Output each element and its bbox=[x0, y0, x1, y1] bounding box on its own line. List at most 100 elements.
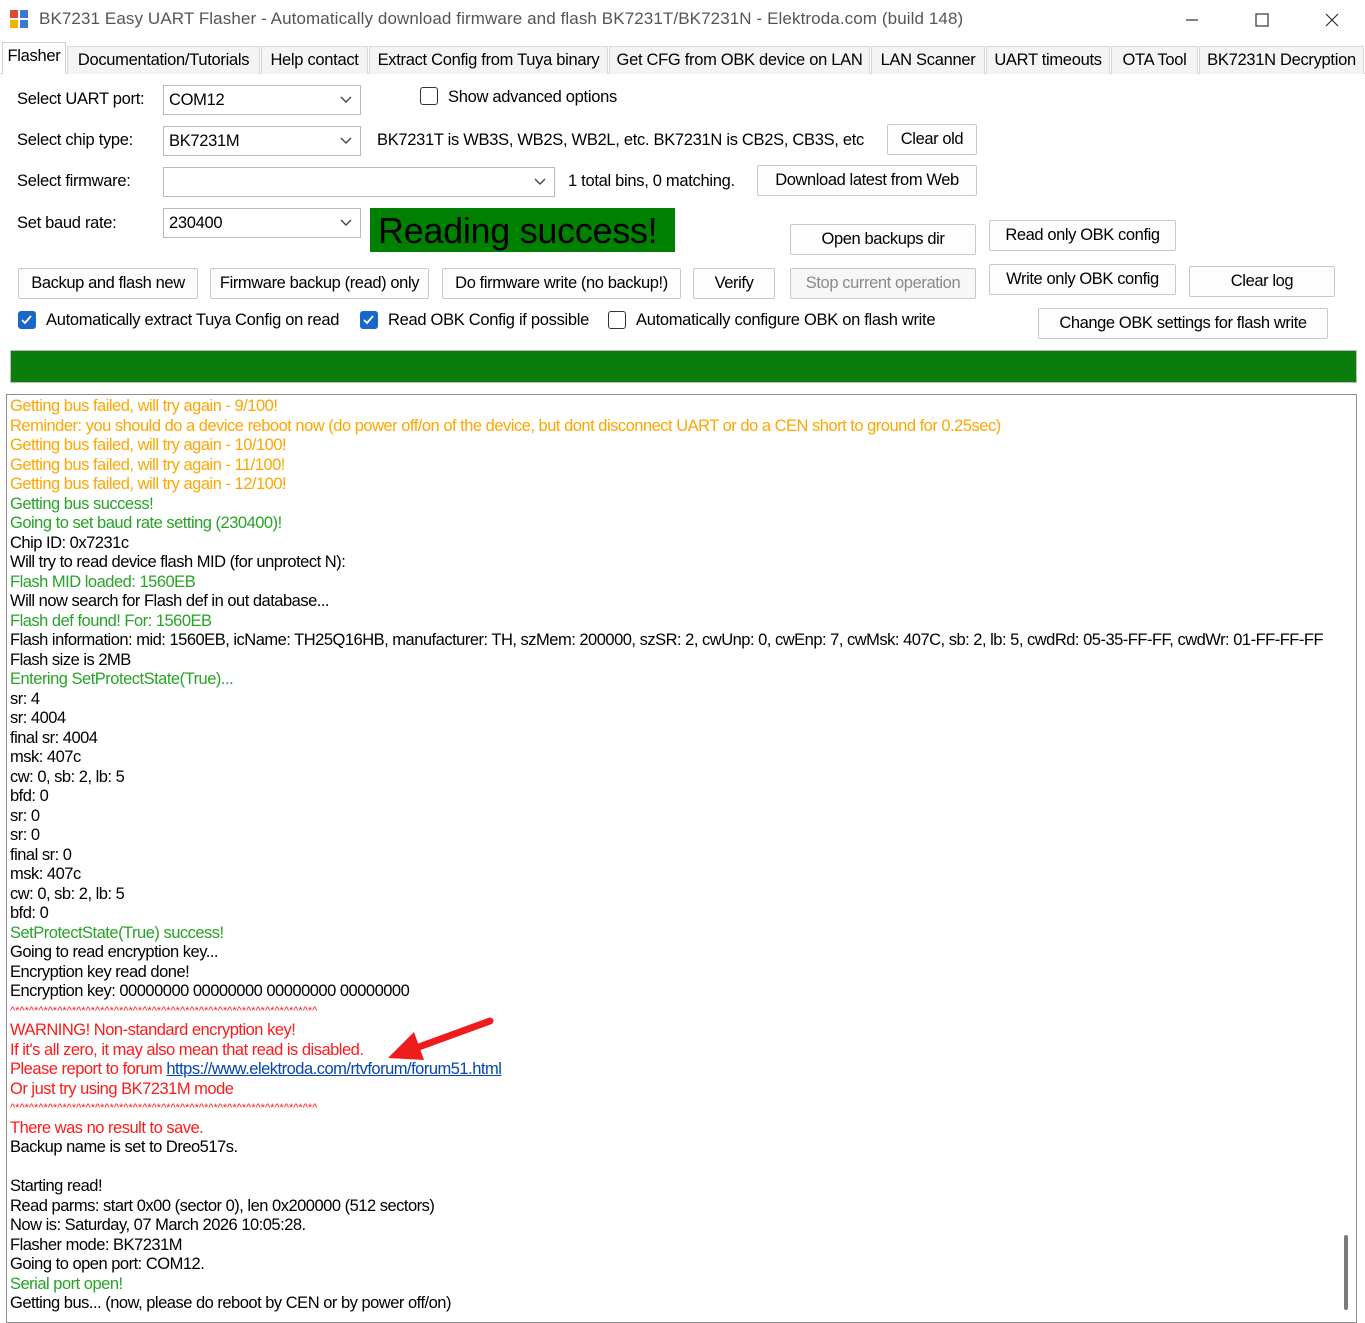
log-line-text: Flash size is 2MB bbox=[10, 650, 131, 669]
log-line-text: Flash information: mid: 1560EB, icName: … bbox=[10, 631, 1324, 649]
log-line: SetProtectState(True) success! bbox=[10, 924, 1330, 944]
status-banner: Reading success! bbox=[370, 208, 675, 252]
log-line: Reminder: you should do a device reboot … bbox=[10, 417, 1330, 437]
download-latest-button[interactable]: Download latest from Web bbox=[757, 165, 977, 196]
progress-bar bbox=[10, 350, 1357, 383]
log-line: cw: 0, sb: 2, lb: 5 bbox=[10, 885, 1330, 905]
auto-extract-label: Automatically extract Tuya Config on rea… bbox=[46, 311, 340, 329]
uart-port-select[interactable]: COM12 bbox=[163, 85, 361, 115]
log-line: Getting bus success! bbox=[10, 495, 1330, 515]
chevron-down-icon bbox=[340, 219, 352, 226]
auto-extract-checkbox[interactable] bbox=[18, 311, 36, 329]
verify-button[interactable]: Verify bbox=[693, 268, 775, 299]
log-line: Getting bus failed, will try again - 9/1… bbox=[10, 397, 1330, 417]
uart-port-value: COM12 bbox=[169, 91, 225, 109]
change-obk-settings-button[interactable]: Change OBK settings for flash write bbox=[1038, 308, 1328, 339]
read-obk-if-possible-checkbox[interactable] bbox=[360, 311, 378, 329]
log-line: Flash MID loaded: 1560EB bbox=[10, 573, 1330, 593]
tab-lan-scanner[interactable]: LAN Scanner bbox=[871, 46, 985, 74]
log-line-text: Will now search for Flash def in out dat… bbox=[10, 592, 330, 610]
log-line: final sr: 4004 bbox=[10, 729, 1330, 749]
log-line-text: Going to read encryption key... bbox=[10, 943, 218, 961]
log-line-text: Serial port open! bbox=[10, 1274, 123, 1293]
log-line: Going to read encryption key... bbox=[10, 943, 1330, 963]
log-line: Going to set baud rate setting (230400)! bbox=[10, 514, 1330, 534]
log-line: Getting bus failed, will try again - 10/… bbox=[10, 436, 1330, 456]
log-line-text: Getting bus success! bbox=[10, 494, 154, 513]
close-button[interactable] bbox=[1297, 0, 1365, 40]
log-line-text: Starting read! bbox=[10, 1177, 103, 1195]
log-line-text: Getting bus failed, will try again - 12/… bbox=[10, 475, 287, 493]
title-bar: BK7231 Easy UART Flasher - Automatically… bbox=[0, 0, 1365, 40]
log-line: final sr: 0 bbox=[10, 846, 1330, 866]
backup-flash-new-button[interactable]: Backup and flash new bbox=[18, 268, 198, 299]
baud-rate-select[interactable]: 230400 bbox=[163, 208, 361, 238]
log-line-text: Getting bus failed, will try again - 9/1… bbox=[10, 397, 278, 415]
maximize-icon bbox=[1255, 13, 1269, 27]
log-line-text: Read parms: start 0x00 (sector 0), len 0… bbox=[10, 1196, 435, 1215]
tab-ota-tool[interactable]: OTA Tool bbox=[1111, 46, 1198, 74]
minimize-icon bbox=[1186, 19, 1198, 21]
log-output[interactable]: Getting bus failed, will try again - 9/1… bbox=[6, 394, 1357, 1323]
log-line-text: Entering SetProtectState(True)... bbox=[10, 670, 234, 688]
log-line-text: If it's all zero, it may also mean that … bbox=[10, 1040, 364, 1059]
log-line: Flasher mode: BK7231M bbox=[10, 1236, 1330, 1256]
firmware-select[interactable] bbox=[163, 167, 555, 197]
log-line: sr: 4 bbox=[10, 690, 1330, 710]
chip-type-select[interactable]: BK7231M bbox=[163, 126, 361, 156]
tab-documentation[interactable]: Documentation/Tutorials bbox=[67, 46, 260, 74]
baud-rate-value: 230400 bbox=[169, 214, 223, 232]
show-advanced-checkbox[interactable] bbox=[420, 87, 438, 105]
log-line-text: Or just try using BK7231M mode bbox=[10, 1079, 234, 1098]
log-line: msk: 407c bbox=[10, 865, 1330, 885]
chip-type-value: BK7231M bbox=[169, 132, 240, 150]
chip-info-text: BK7231T is WB3S, WB2S, WB2L, etc. BK7231… bbox=[377, 131, 864, 149]
write-obk-config-button[interactable]: Write only OBK config bbox=[989, 264, 1176, 295]
log-line: WARNING! Non-standard encryption key! bbox=[10, 1021, 1330, 1041]
log-line-text: sr: 0 bbox=[10, 806, 40, 825]
maximize-button[interactable] bbox=[1227, 0, 1297, 40]
log-line-text: final sr: 0 bbox=[10, 845, 72, 864]
log-line-text: ^*^*^*^*^*^*^*^*^*^*^*^*^*^*^*^*^*^*^*^*… bbox=[10, 1004, 318, 1017]
log-line-text: Flash def found! For: 1560EB bbox=[10, 611, 212, 630]
log-line: Or just try using BK7231M mode bbox=[10, 1080, 1330, 1100]
minimize-button[interactable] bbox=[1157, 0, 1227, 40]
log-line: Entering SetProtectState(True)... bbox=[10, 670, 1330, 690]
log-line: Getting bus failed, will try again - 11/… bbox=[10, 456, 1330, 476]
read-obk-config-button[interactable]: Read only OBK config bbox=[989, 220, 1176, 251]
firmware-backup-button[interactable]: Firmware backup (read) only bbox=[210, 268, 429, 299]
tab-help-contact[interactable]: Help contact bbox=[261, 46, 368, 74]
red-arrow-annotation bbox=[388, 1017, 494, 1060]
log-line: Please report to forum https://www.elekt… bbox=[10, 1060, 1330, 1080]
tab-extract-config[interactable]: Extract Config from Tuya binary bbox=[369, 46, 608, 74]
open-backups-button[interactable]: Open backups dir bbox=[790, 224, 976, 255]
window-title: BK7231 Easy UART Flasher - Automatically… bbox=[39, 9, 964, 28]
log-line-text: SetProtectState(True) success! bbox=[10, 923, 224, 942]
tab-uart-timeouts[interactable]: UART timeouts bbox=[986, 46, 1110, 74]
clear-old-button[interactable]: Clear old bbox=[887, 124, 977, 155]
log-line: msk: 407c bbox=[10, 748, 1330, 768]
auto-configure-checkbox[interactable] bbox=[608, 311, 626, 329]
log-line-text: Will try to read device flash MID (for u… bbox=[10, 553, 346, 571]
tab-bk7231n-decryption[interactable]: BK7231N Decryption bbox=[1199, 46, 1364, 74]
log-line-text: Encryption key read done! bbox=[10, 962, 190, 981]
app-icon bbox=[10, 10, 28, 28]
tab-flasher[interactable]: Flasher bbox=[2, 42, 66, 75]
show-advanced-label: Show advanced options bbox=[448, 88, 617, 106]
firmware-write-button[interactable]: Do firmware write (no backup!) bbox=[442, 268, 681, 299]
tab-get-cfg-lan[interactable]: Get CFG from OBK device on LAN bbox=[609, 46, 870, 74]
log-line: Flash size is 2MB bbox=[10, 651, 1330, 671]
clear-log-button[interactable]: Clear log bbox=[1189, 266, 1335, 297]
stop-operation-button[interactable]: Stop current operation bbox=[790, 268, 976, 299]
log-line: bfd: 0 bbox=[10, 787, 1330, 807]
log-scrollbar[interactable] bbox=[1344, 1235, 1348, 1310]
log-line: Now is: Saturday, 07 March 2026 10:05:28… bbox=[10, 1216, 1330, 1236]
progress-fill bbox=[11, 351, 1356, 382]
log-line: sr: 0 bbox=[10, 807, 1330, 827]
log-line-text: Flasher mode: BK7231M bbox=[10, 1235, 183, 1254]
log-line: Getting bus... (now, please do reboot by… bbox=[10, 1294, 1330, 1314]
log-line: Starting read! bbox=[10, 1177, 1330, 1197]
log-line-text: Backup name is set to Dreo517s. bbox=[10, 1138, 238, 1156]
log-line-text: cw: 0, sb: 2, lb: 5 bbox=[10, 767, 125, 786]
